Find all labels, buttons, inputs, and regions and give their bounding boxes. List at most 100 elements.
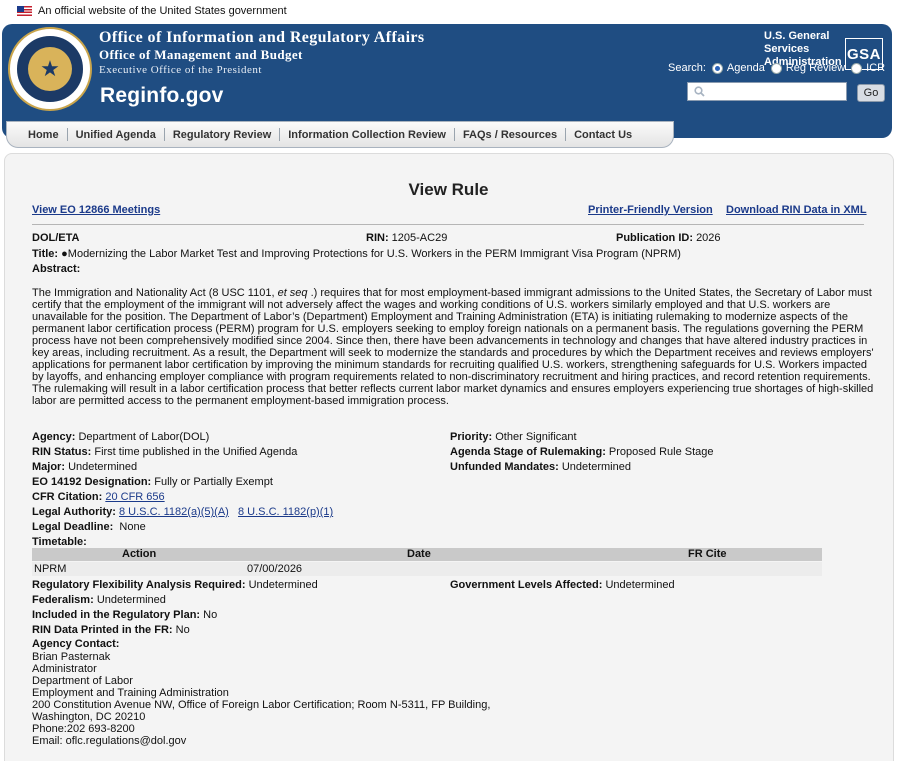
abstract-label-text: Abstract:	[32, 263, 81, 275]
abstract-text: The Immigration and Nationality Act (8 U…	[32, 287, 874, 407]
agency-line-2: Office of Management and Budget	[99, 47, 303, 62]
radio-label: ICR	[866, 62, 886, 74]
search-input[interactable]	[687, 82, 847, 101]
field-label: Government Levels Affected:	[450, 579, 603, 591]
agenda-stage-field: Agenda Stage of Rulemaking: Proposed Rul…	[450, 446, 714, 458]
view-eo-meetings-link[interactable]: View EO 12866 Meetings	[32, 204, 160, 216]
government-levels-field: Government Levels Affected: Undetermined	[450, 579, 675, 591]
field-value: Department of Labor(DOL)	[78, 431, 210, 443]
rin-status-field: RIN Status: First time published in the …	[32, 446, 297, 458]
field-label: Included in the Regulatory Plan:	[32, 609, 201, 621]
timetable-header-action: Action	[122, 548, 157, 560]
field-value: Fully or Partially Exempt	[154, 476, 273, 488]
search-scope: Search: Agenda Reg Review ICR	[668, 62, 891, 74]
contact-line: 200 Constitution Avenue NW, Office of Fo…	[32, 699, 491, 711]
search-radio-reg-review[interactable]: Reg Review	[770, 62, 845, 74]
agency-field: Agency: Department of Labor(DOL)	[32, 431, 209, 443]
timetable-header-fr-cite: FR Cite	[688, 548, 727, 560]
priority-field: Priority: Other Significant	[450, 431, 577, 443]
abstract-line: applications for permanent labor certifi…	[32, 359, 867, 371]
field-label: Agency Contact:	[32, 638, 120, 650]
field-label: Priority:	[450, 431, 493, 443]
us-flag-icon	[17, 6, 32, 16]
gov-banner-text: An official website of the United States…	[38, 5, 287, 17]
legal-authority-link[interactable]: 8 U.S.C. 1182(p)(1)	[238, 506, 333, 518]
nav-regulatory-review[interactable]: Regulatory Review	[165, 129, 279, 141]
presidential-seal-icon: ★	[8, 27, 92, 111]
agency-line-3: Executive Office of the President	[99, 64, 262, 76]
site-logo[interactable]: Reginfo.gov	[100, 84, 224, 108]
table-row: NPRM 07/00/2026	[32, 562, 822, 576]
abstract-line: labor are permitted access to the perman…	[32, 395, 449, 407]
divider	[32, 224, 864, 225]
field-value: Undetermined	[605, 579, 675, 591]
field-label: Legal Authority:	[32, 506, 116, 518]
field-label: Agenda Stage of Rulemaking:	[450, 446, 606, 458]
nav-faqs-resources[interactable]: FAQs / Resources	[455, 129, 565, 141]
timetable-label: Timetable:	[32, 536, 87, 548]
timetable-date: 07/00/2026	[247, 563, 303, 575]
field-value: Undetermined	[96, 594, 166, 606]
abstract-line: The rulemaking will result in a labor ce…	[32, 383, 874, 395]
printer-friendly-link[interactable]: Printer-Friendly Version	[588, 204, 713, 216]
contact-line: Phone:202 693-8200	[32, 723, 135, 735]
abstract-line: The Immigration and Nationality Act (8 U…	[32, 287, 872, 299]
contact-line: Email: oflc.regulations@dol.gov	[32, 735, 187, 747]
title-field: Title: ●Modernizing the Labor Market Tes…	[32, 248, 681, 260]
cfr-citation-field: CFR Citation: 20 CFR 656	[32, 491, 165, 503]
field-label: Timetable:	[32, 536, 87, 548]
field-label: RIN Data Printed in the FR:	[32, 624, 173, 636]
agency-contact: Brian Pasternak Administrator Department…	[32, 651, 490, 747]
eo-designation-field: EO 14192 Designation: Fully or Partially…	[32, 476, 273, 488]
rin-label: RIN:	[366, 232, 389, 244]
agency-code: DOL/ETA	[32, 232, 79, 244]
major-field: Major: Undetermined	[32, 461, 137, 473]
field-value: Undetermined	[561, 461, 631, 473]
contact-line: Employment and Training Administration	[32, 687, 229, 699]
field-label: Legal Deadline:	[32, 521, 114, 533]
field-value: Undetermined	[248, 579, 318, 591]
nav-information-collection-review[interactable]: Information Collection Review	[280, 129, 454, 141]
legal-authority-field: Legal Authority: 8 U.S.C. 1182(a)(5)(A) …	[32, 506, 333, 518]
search-radio-icr[interactable]: ICR	[851, 62, 885, 74]
contact-line: Administrator	[32, 663, 97, 675]
field-label: Regulatory Flexibility Analysis Required…	[32, 579, 246, 591]
contact-line: Department of Labor	[32, 675, 133, 687]
download-xml-link[interactable]: Download RIN Data in XML	[726, 204, 867, 216]
abstract-line: by layoffs, and enhancing employer compl…	[32, 371, 871, 383]
agency-title: Office of Information and Regulatory Aff…	[99, 28, 425, 78]
field-value: Undetermined	[68, 461, 138, 473]
field-label: CFR Citation:	[32, 491, 103, 503]
gsa-line-1: U.S. General	[764, 30, 830, 42]
timetable-header-date: Date	[407, 548, 431, 560]
abstract-line: permanent labor certification process (P…	[32, 323, 864, 335]
title-label: Title:	[32, 248, 59, 260]
rin-field: RIN: 1205-AC29	[366, 232, 447, 244]
abstract-line: process have not been comprehensively mo…	[32, 335, 868, 347]
radio-label: Agenda	[726, 62, 765, 74]
nav-contact-us[interactable]: Contact Us	[566, 129, 640, 141]
title-value: ●Modernizing the Labor Market Test and I…	[61, 248, 681, 260]
field-label: RIN Status:	[32, 446, 92, 458]
search-radio-agenda[interactable]: Agenda	[711, 62, 765, 74]
contact-line: Washington, DC 20210	[32, 711, 146, 723]
field-value: None	[119, 521, 146, 533]
field-label: Agency:	[32, 431, 76, 443]
gsa-line-2: Services	[764, 43, 810, 55]
field-value: Other Significant	[495, 431, 577, 443]
search-go-button[interactable]: Go	[857, 84, 885, 102]
agency-line-1: Office of Information and Regulatory Aff…	[99, 29, 425, 46]
federalism-field: Federalism: Undetermined	[32, 594, 166, 606]
field-value: First time published in the Unified Agen…	[94, 446, 298, 458]
field-value: No	[175, 624, 190, 636]
nav-unified-agenda[interactable]: Unified Agenda	[68, 129, 164, 141]
rin-printed-field: RIN Data Printed in the FR: No	[32, 624, 190, 636]
gov-banner: An official website of the United States…	[0, 0, 897, 22]
search-icon	[694, 86, 705, 97]
nav-home[interactable]: Home	[20, 129, 67, 141]
cfr-citation-link[interactable]: 20 CFR 656	[105, 491, 164, 503]
legal-authority-link[interactable]: 8 U.S.C. 1182(a)(5)(A)	[119, 506, 229, 518]
unfunded-mandates-field: Unfunded Mandates: Undetermined	[450, 461, 631, 473]
agency-contact-label: Agency Contact:	[32, 638, 119, 650]
pubid-value: 2026	[696, 232, 721, 244]
